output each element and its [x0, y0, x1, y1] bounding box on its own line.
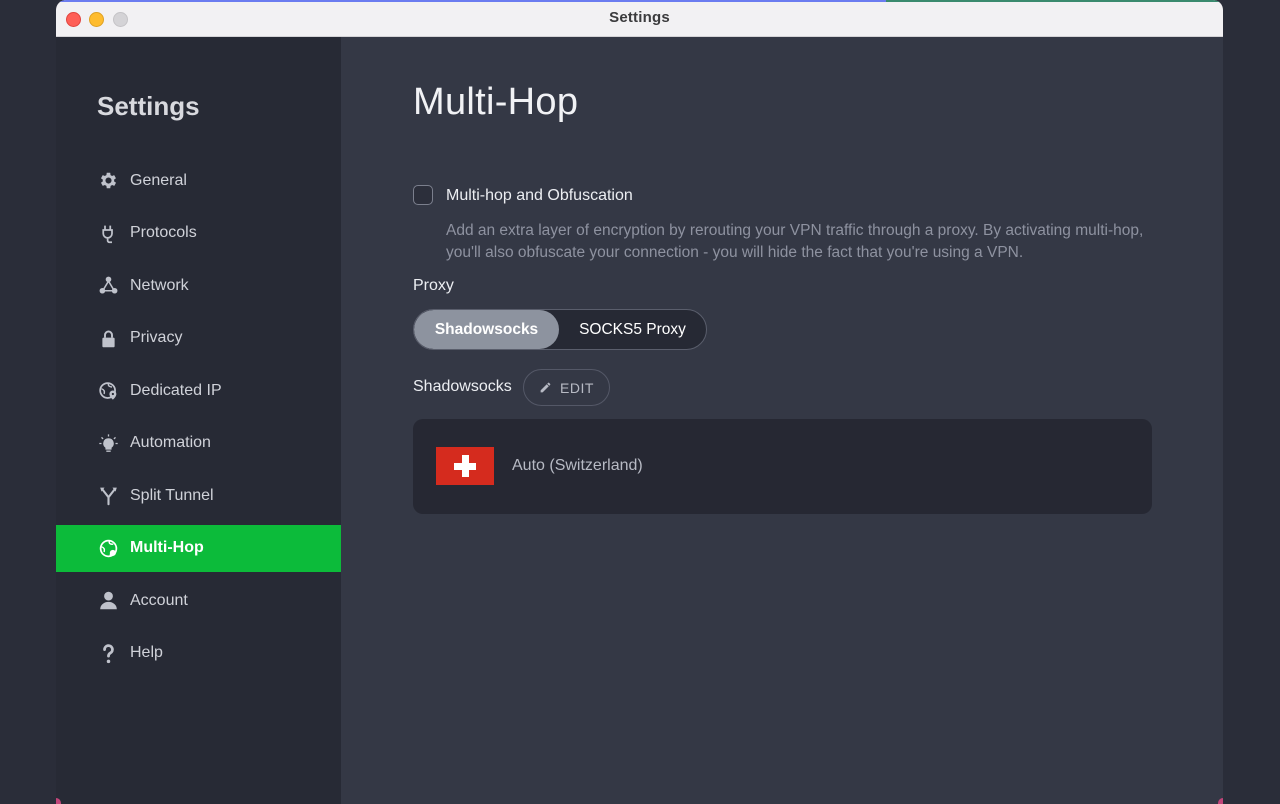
sidebar-item-dedicated-ip[interactable]: Dedicated IP — [56, 367, 341, 415]
multihop-description: Add an extra layer of encryption by rero… — [446, 222, 1144, 261]
split-icon — [97, 485, 119, 507]
sidebar-item-label: General — [130, 171, 187, 189]
sidebar-item-label: Account — [130, 591, 188, 609]
sidebar-item-label: Dedicated IP — [130, 381, 222, 399]
sidebar-item-label: Help — [130, 644, 163, 662]
main-content: Multi-Hop Multi-hop and Obfuscation Add … — [341, 37, 1223, 804]
sidebar-item-help[interactable]: Help — [56, 630, 341, 678]
sidebar-item-label: Split Tunnel — [130, 486, 214, 504]
sidebar-item-automation[interactable]: Automation — [56, 420, 341, 468]
sidebar-item-privacy[interactable]: Privacy — [56, 315, 341, 363]
page-title: Multi-Hop — [413, 81, 579, 123]
multihop-checkbox-label[interactable]: Multi-hop and Obfuscation — [446, 187, 633, 205]
sidebar-item-label: Privacy — [130, 329, 183, 347]
settings-window: Settings Settings General Protocols Netw… — [56, 0, 1223, 804]
plug-icon — [97, 222, 119, 244]
sidebar-nav: General Protocols Network Privacy Dedica… — [56, 157, 341, 682]
sidebar-title: Settings — [97, 91, 200, 121]
lock-icon — [97, 327, 119, 349]
network-icon — [97, 275, 119, 297]
window-title: Settings — [609, 9, 670, 26]
sidebar-item-label: Multi-Hop — [130, 539, 204, 557]
proxy-option-shadowsocks[interactable]: Shadowsocks — [414, 310, 559, 349]
sidebar-item-label: Network — [130, 276, 189, 294]
globe-pin-icon — [97, 380, 119, 402]
pencil-icon — [540, 382, 551, 393]
proxy-segmented-control: Shadowsocks SOCKS5 Proxy — [413, 309, 707, 350]
sidebar-item-protocols[interactable]: Protocols — [56, 210, 341, 258]
proxy-label: Proxy — [413, 277, 454, 294]
sidebar-item-general[interactable]: General — [56, 157, 341, 205]
switzerland-flag-icon — [436, 447, 494, 485]
sidebar-item-account[interactable]: Account — [56, 577, 341, 625]
sidebar-item-network[interactable]: Network — [56, 262, 341, 310]
shadowsocks-label: Shadowsocks — [413, 378, 512, 395]
edit-button-label: EDIT — [560, 379, 594, 396]
sidebar-item-multi-hop[interactable]: Multi-Hop — [56, 524, 341, 572]
edit-button[interactable]: EDIT — [523, 369, 610, 406]
lightbulb-icon — [97, 432, 119, 454]
multihop-checkbox[interactable] — [413, 185, 433, 205]
title-bar: Settings — [56, 0, 1223, 37]
user-icon — [97, 590, 119, 612]
location-name: Auto (Switzerland) — [512, 457, 643, 474]
multihop-globe-icon — [97, 537, 119, 559]
sidebar: Settings General Protocols Network Priva… — [56, 37, 341, 804]
question-icon — [97, 642, 119, 664]
sidebar-item-label: Automation — [130, 434, 211, 452]
gear-icon — [97, 170, 119, 192]
sidebar-item-label: Protocols — [130, 224, 197, 242]
sidebar-item-split-tunnel[interactable]: Split Tunnel — [56, 472, 341, 520]
shadowsocks-location-card[interactable]: Auto (Switzerland) — [413, 419, 1152, 514]
proxy-option-socks5[interactable]: SOCKS5 Proxy — [559, 310, 706, 349]
